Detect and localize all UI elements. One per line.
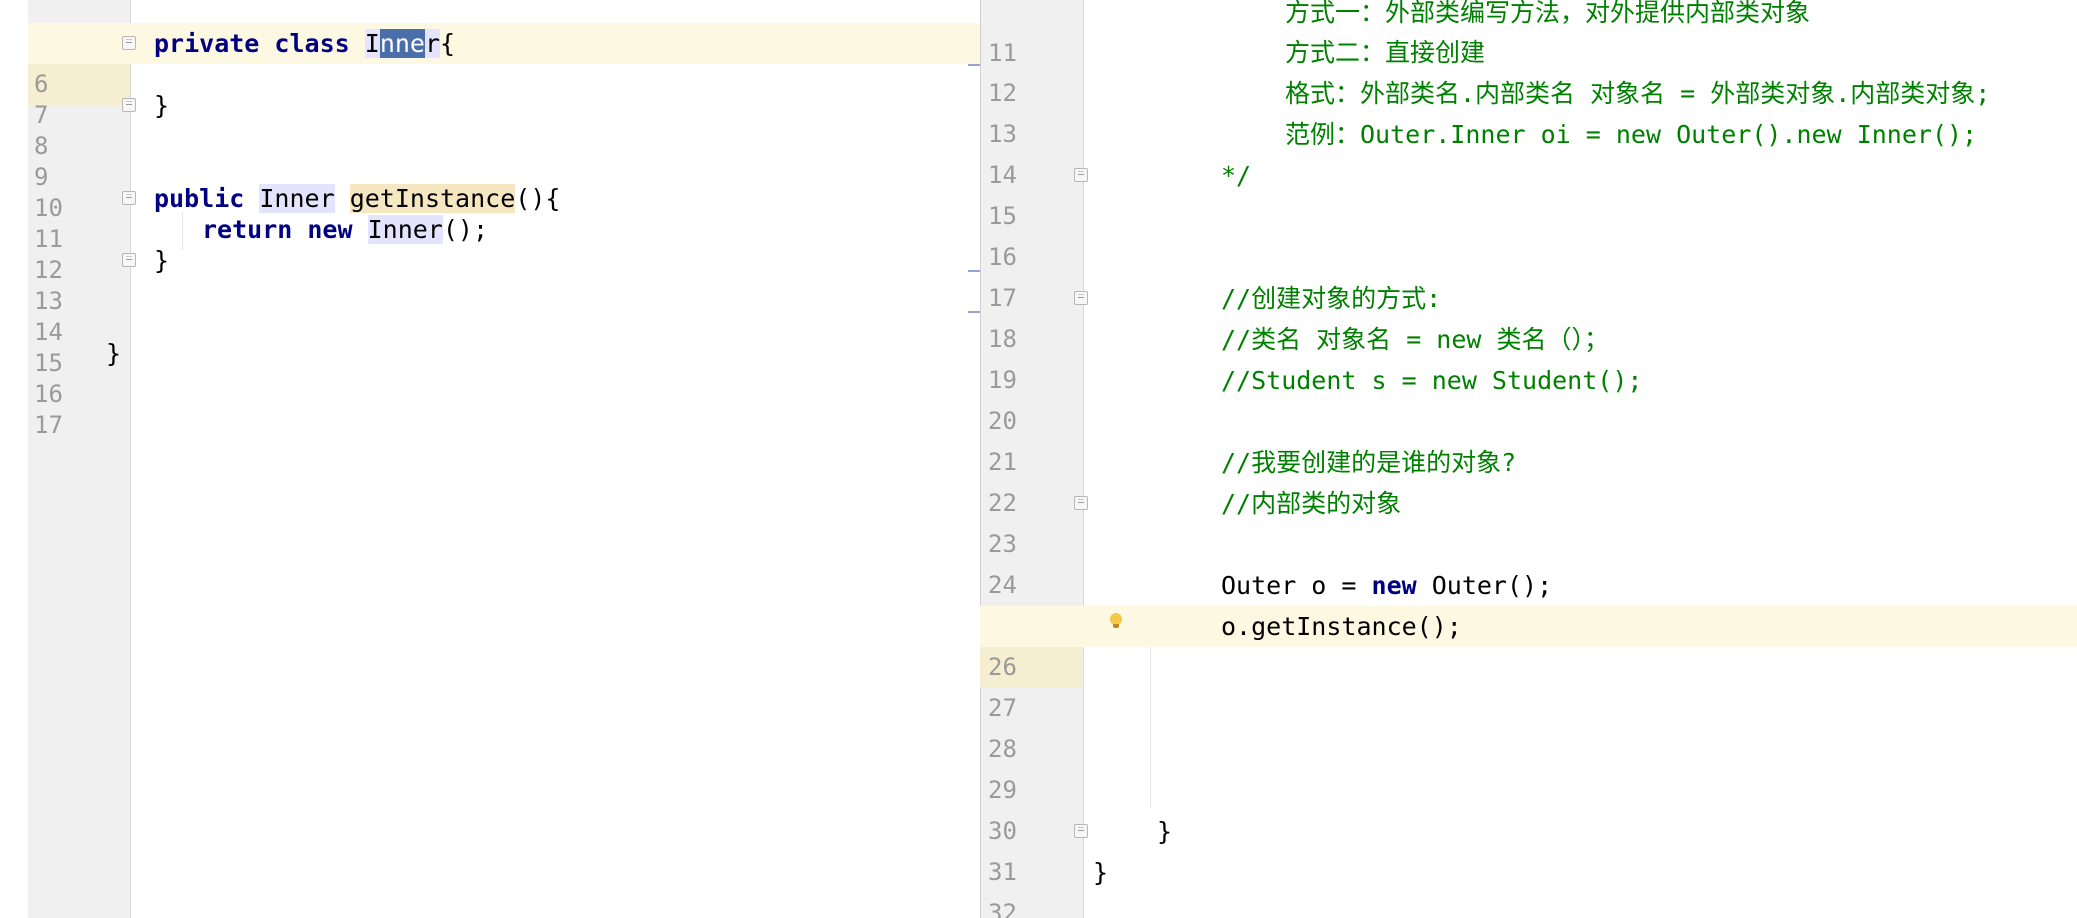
fold-marker-icon[interactable]	[122, 253, 136, 267]
code-fragment: Outer();	[1416, 571, 1553, 600]
comment-text: //内部类的对象	[1221, 489, 1402, 518]
code-text: o.getInstance();	[1221, 612, 1462, 641]
code-fragment: Outer o =	[1221, 571, 1372, 600]
change-marker	[968, 64, 980, 66]
code-line[interactable]: 17	[28, 364, 980, 439]
lightbulb-base	[1113, 624, 1119, 628]
comment-text: 格式：外部类名.内部类名 对象名 = 外部类对象.内部类对象;	[1285, 79, 1991, 108]
fold-marker-icon[interactable]	[122, 98, 136, 112]
fold-marker-icon[interactable]	[1074, 291, 1088, 305]
lightbulb-icon[interactable]	[1109, 613, 1123, 629]
code-line[interactable]: 16	[980, 196, 2077, 271]
code-line[interactable]: 19 //类名 对象名 = new 类名（）；	[980, 319, 2077, 394]
code-line-current[interactable]: 26 o.getInstance();	[980, 606, 2077, 688]
fold-marker-icon[interactable]	[122, 36, 136, 50]
comment-text: //类名 对象名 = new 类名（）；	[1221, 325, 1610, 354]
keyword: new	[1371, 571, 1417, 600]
change-marker	[968, 270, 980, 272]
comment-text: //Student s = new Student();	[1221, 366, 1643, 395]
code-line[interactable]: 29	[980, 729, 2077, 804]
code-line[interactable]: 28	[980, 688, 2077, 763]
fold-marker-icon[interactable]	[122, 191, 136, 205]
comment-text: 方式二：直接创建	[1285, 38, 1486, 67]
line-number: 17	[34, 411, 63, 439]
code-line[interactable]: 25 Outer o = new Outer();	[980, 565, 2077, 640]
code-line[interactable]: 12 方式二：直接创建	[980, 32, 2077, 107]
code-line[interactable]: 20 //Student s = new Student();	[980, 360, 2077, 435]
change-marker	[968, 311, 980, 313]
code-line[interactable]: 11 方式一：外部类编写方法，对外提供内部类对象	[980, 0, 2077, 67]
code-line[interactable]: 30	[980, 770, 2077, 845]
comment-text: */	[1221, 161, 1252, 190]
code-line[interactable]: 14 范例：Outer.Inner oi = new Outer().new I…	[980, 114, 2077, 189]
code-line[interactable]: 22 //我要创建的是谁的对象?	[980, 442, 2077, 517]
code-line[interactable]: 32 }	[980, 852, 2077, 918]
code-line[interactable]: 23 //内部类的对象	[980, 483, 2077, 558]
line-number: 32	[988, 899, 1017, 918]
code-line[interactable]: 13 格式：外部类名.内部类名 对象名 = 外部类对象.内部类对象;	[980, 73, 2077, 148]
comment-text: //创建对象的方式:	[1221, 284, 1442, 313]
left-window-edge	[0, 0, 28, 918]
code-text: Outer o = new Outer();	[1221, 565, 1552, 606]
fold-marker-icon[interactable]	[1074, 496, 1088, 510]
code-line[interactable]: 27	[980, 647, 2077, 722]
right-editor-pane[interactable]: 11 方式一：外部类编写方法，对外提供内部类对象 12 方式二：直接创建 13 …	[980, 0, 2077, 918]
code-line[interactable]: 21	[980, 401, 2077, 476]
left-editor-pane[interactable]: 5 6 private class Inner{ 7 8 } 9 10 11 p…	[28, 0, 980, 918]
code-line[interactable]: 18 //创建对象的方式:	[980, 278, 2077, 353]
code-line[interactable]: 31 }	[980, 811, 2077, 886]
lightbulb-glass	[1110, 613, 1122, 624]
comment-text: 方式一：外部类编写方法，对外提供内部类对象	[1285, 0, 1811, 27]
code-text: }	[1093, 858, 1109, 887]
fold-marker-icon[interactable]	[1074, 168, 1088, 182]
code-text: }	[1157, 817, 1173, 846]
comment-text: //我要创建的是谁的对象?	[1221, 448, 1517, 477]
code-line[interactable]: 17	[980, 237, 2077, 312]
comment-text: 范例：Outer.Inner oi = new Outer().new Inne…	[1285, 120, 1978, 149]
code-line[interactable]: 15 */	[980, 155, 2077, 230]
fold-marker-icon[interactable]	[1074, 824, 1088, 838]
code-line[interactable]: 24	[980, 524, 2077, 599]
